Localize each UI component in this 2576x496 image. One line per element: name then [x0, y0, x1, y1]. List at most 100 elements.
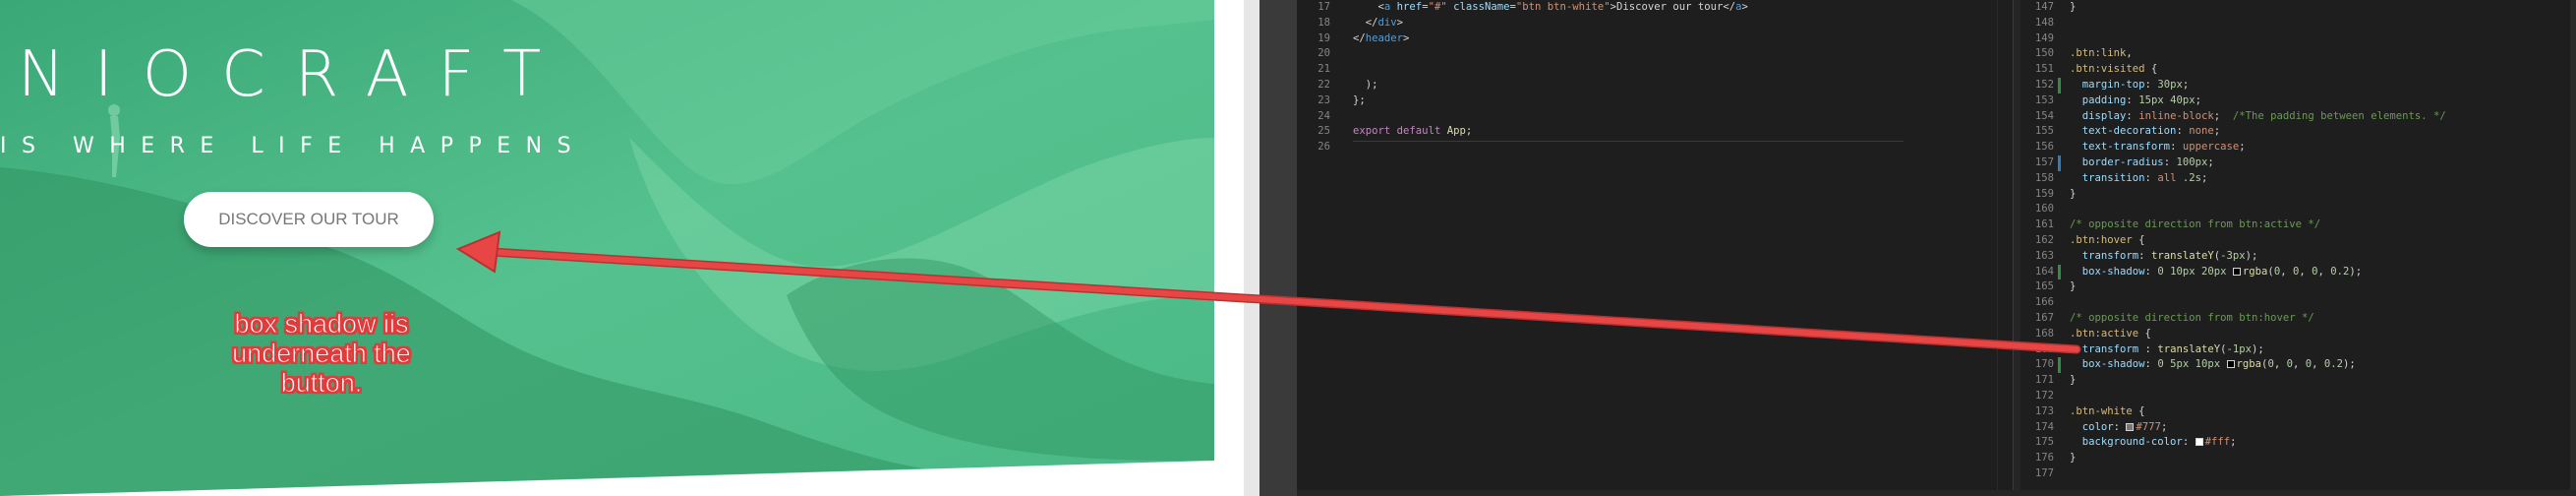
- line-text: transform: translateY(-3px);: [2081, 249, 2258, 262]
- code-right-line: 172: [2020, 389, 2566, 404]
- line-number: 171: [2034, 374, 2054, 387]
- code-left-line: 22 );: [1297, 78, 1997, 93]
- line-number: 20: [1317, 47, 1330, 60]
- line-text: );: [1353, 78, 1378, 91]
- line-text: border-radius: 100px;: [2081, 155, 2214, 168]
- code-right-line: 169 transform : translateY(-1px);: [2020, 342, 2566, 358]
- line-text: }: [2070, 1, 2077, 13]
- scrollbar-left[interactable]: [1997, 0, 2007, 496]
- line-number: 21: [1317, 63, 1330, 76]
- line-number: 148: [2034, 16, 2054, 29]
- code-right-line: 161 /* opposite direction from btn:active…: [2020, 217, 2566, 233]
- code-right-line: 147}: [2020, 0, 2566, 16]
- code-right-line: 150 .btn:link,: [2020, 46, 2566, 62]
- line-text: padding: 15px 40px;: [2081, 93, 2201, 106]
- split-divider[interactable]: [2013, 0, 2020, 496]
- line-number: 175: [2034, 436, 2054, 449]
- code-right-line: 176}: [2020, 451, 2566, 466]
- line-text: </div>: [1353, 16, 1404, 29]
- line-text: .btn-white {: [2070, 404, 2145, 417]
- line-text: };: [1353, 93, 1366, 106]
- line-text: </header>: [1353, 31, 1410, 44]
- code-right-line: 167 /* opposite direction from btn:hover …: [2020, 311, 2566, 327]
- line-number: 165: [2034, 280, 2054, 293]
- code-right-line: 177: [2020, 466, 2566, 482]
- line-text: /* opposite direction from btn:active */: [2070, 218, 2321, 231]
- code-right-line: 154 display: inline-block; /*The padding…: [2020, 109, 2566, 125]
- line-text: }: [2070, 374, 2077, 387]
- line-number: 162: [2034, 233, 2054, 246]
- line-number: 173: [2034, 404, 2054, 417]
- line-number: 157: [2034, 155, 2054, 168]
- code-right-line: 171}: [2020, 373, 2566, 389]
- brand-title: NIOCRAFT: [18, 38, 571, 111]
- line-number: 177: [2034, 466, 2054, 479]
- line-text: transition: all .2s;: [2081, 171, 2208, 184]
- line-number: 24: [1317, 109, 1330, 122]
- line-number: 170: [2034, 358, 2054, 371]
- line-number: 19: [1317, 31, 1330, 44]
- code-left-line: 23};: [1297, 93, 1997, 109]
- git-change-marker: [2058, 77, 2061, 93]
- line-number: 167: [2034, 311, 2054, 324]
- line-text: <a href="#" className="btn btn-white">Di…: [1353, 1, 1748, 13]
- code-right-line: 151 .btn:visited {: [2020, 62, 2566, 78]
- line-number: 159: [2034, 187, 2054, 200]
- line-number: 163: [2034, 249, 2054, 262]
- line-text: box-shadow: 0 10px 20px rgba(0, 0, 0, 0.…: [2081, 265, 2363, 278]
- line-number: 22: [1317, 78, 1330, 91]
- line-text: }: [2070, 452, 2077, 465]
- code-right-line: 163 transform: translateY(-3px);: [2020, 249, 2566, 265]
- line-number: 164: [2034, 265, 2054, 278]
- code-right-line: 160: [2020, 202, 2566, 217]
- line-number: 166: [2034, 296, 2054, 309]
- editor-pane-app-js[interactable]: 17 <a href="#" className="btn btn-white"…: [1297, 0, 2013, 496]
- code-right-line: 164 box-shadow: 0 10px 20px rgba(0, 0, 0…: [2020, 264, 2566, 280]
- line-text: margin-top: 30px;: [2081, 78, 2190, 91]
- line-text: export default App;: [1353, 125, 1473, 138]
- code-right-line: 156 text-transform: uppercase;: [2020, 140, 2566, 155]
- line-number: 168: [2034, 327, 2054, 340]
- brand-subtitle: IS WHERE LIFE HAPPENS: [0, 134, 587, 158]
- code-left-line: 18 </div>: [1297, 16, 1997, 31]
- code-left-line: 19 </header>: [1297, 31, 1997, 47]
- annotation-note: box shadow iis underneath the button.: [232, 309, 412, 399]
- code-right-line: 170 box-shadow: 0 5px 10px rgba(0, 0, 0,…: [2020, 357, 2566, 374]
- editor-pane-css[interactable]: 147} 148 149 150 .btn:link, 151 .btn:visited {…: [2020, 0, 2576, 496]
- line-text: /* opposite direction from btn:hover */: [2070, 311, 2314, 324]
- line-number: 152: [2034, 78, 2054, 91]
- scrollbar-right[interactable]: [2570, 0, 2576, 496]
- line-number: 149: [2034, 31, 2054, 44]
- line-text: transform : translateY(-1px);: [2081, 342, 2264, 355]
- code-right-line: 158 transition: all .2s;: [2020, 171, 2566, 187]
- website-preview: NIOCRAFT IS WHERE LIFE HAPPENS DISCOVER …: [0, 0, 1244, 496]
- editor-bottom-edge: [1297, 490, 2576, 496]
- code-right-line: 155 text-decoration: none;: [2020, 124, 2566, 140]
- line-text: text-decoration: none;: [2081, 125, 2221, 138]
- code-left-line: 20: [1297, 46, 1997, 62]
- line-text: background-color: #fff;: [2081, 436, 2237, 449]
- code-right-line: 159}: [2020, 187, 2566, 203]
- code-left-line: 21: [1297, 62, 1997, 78]
- code-right-line: 165}: [2020, 279, 2566, 295]
- line-number: 158: [2034, 171, 2054, 184]
- line-number: 153: [2034, 93, 2054, 106]
- code-lines-left: 17 <a href="#" className="btn btn-white"…: [1297, 0, 1997, 155]
- discover-tour-button[interactable]: DISCOVER OUR TOUR: [184, 192, 434, 247]
- line-number: 17: [1317, 1, 1330, 13]
- code-right-line: 153 padding: 15px 40px;: [2020, 93, 2566, 109]
- line-text: .btn:hover {: [2070, 233, 2145, 246]
- line-text: }: [2070, 187, 2077, 200]
- line-number: 172: [2034, 389, 2054, 402]
- line-number: 150: [2034, 47, 2054, 60]
- code-right-line: 166: [2020, 295, 2566, 311]
- code-left-line: 17 <a href="#" className="btn btn-white"…: [1297, 0, 1997, 16]
- line-text: .btn:link,: [2070, 47, 2133, 60]
- git-change-marker: [2058, 264, 2061, 280]
- line-number: 161: [2034, 218, 2054, 231]
- line-text: .btn:active {: [2070, 327, 2151, 340]
- line-number: 174: [2034, 420, 2054, 433]
- editor-activity-gap: [1259, 0, 1297, 496]
- code-right-line: 148: [2020, 16, 2566, 31]
- line-number: 169: [2034, 342, 2054, 355]
